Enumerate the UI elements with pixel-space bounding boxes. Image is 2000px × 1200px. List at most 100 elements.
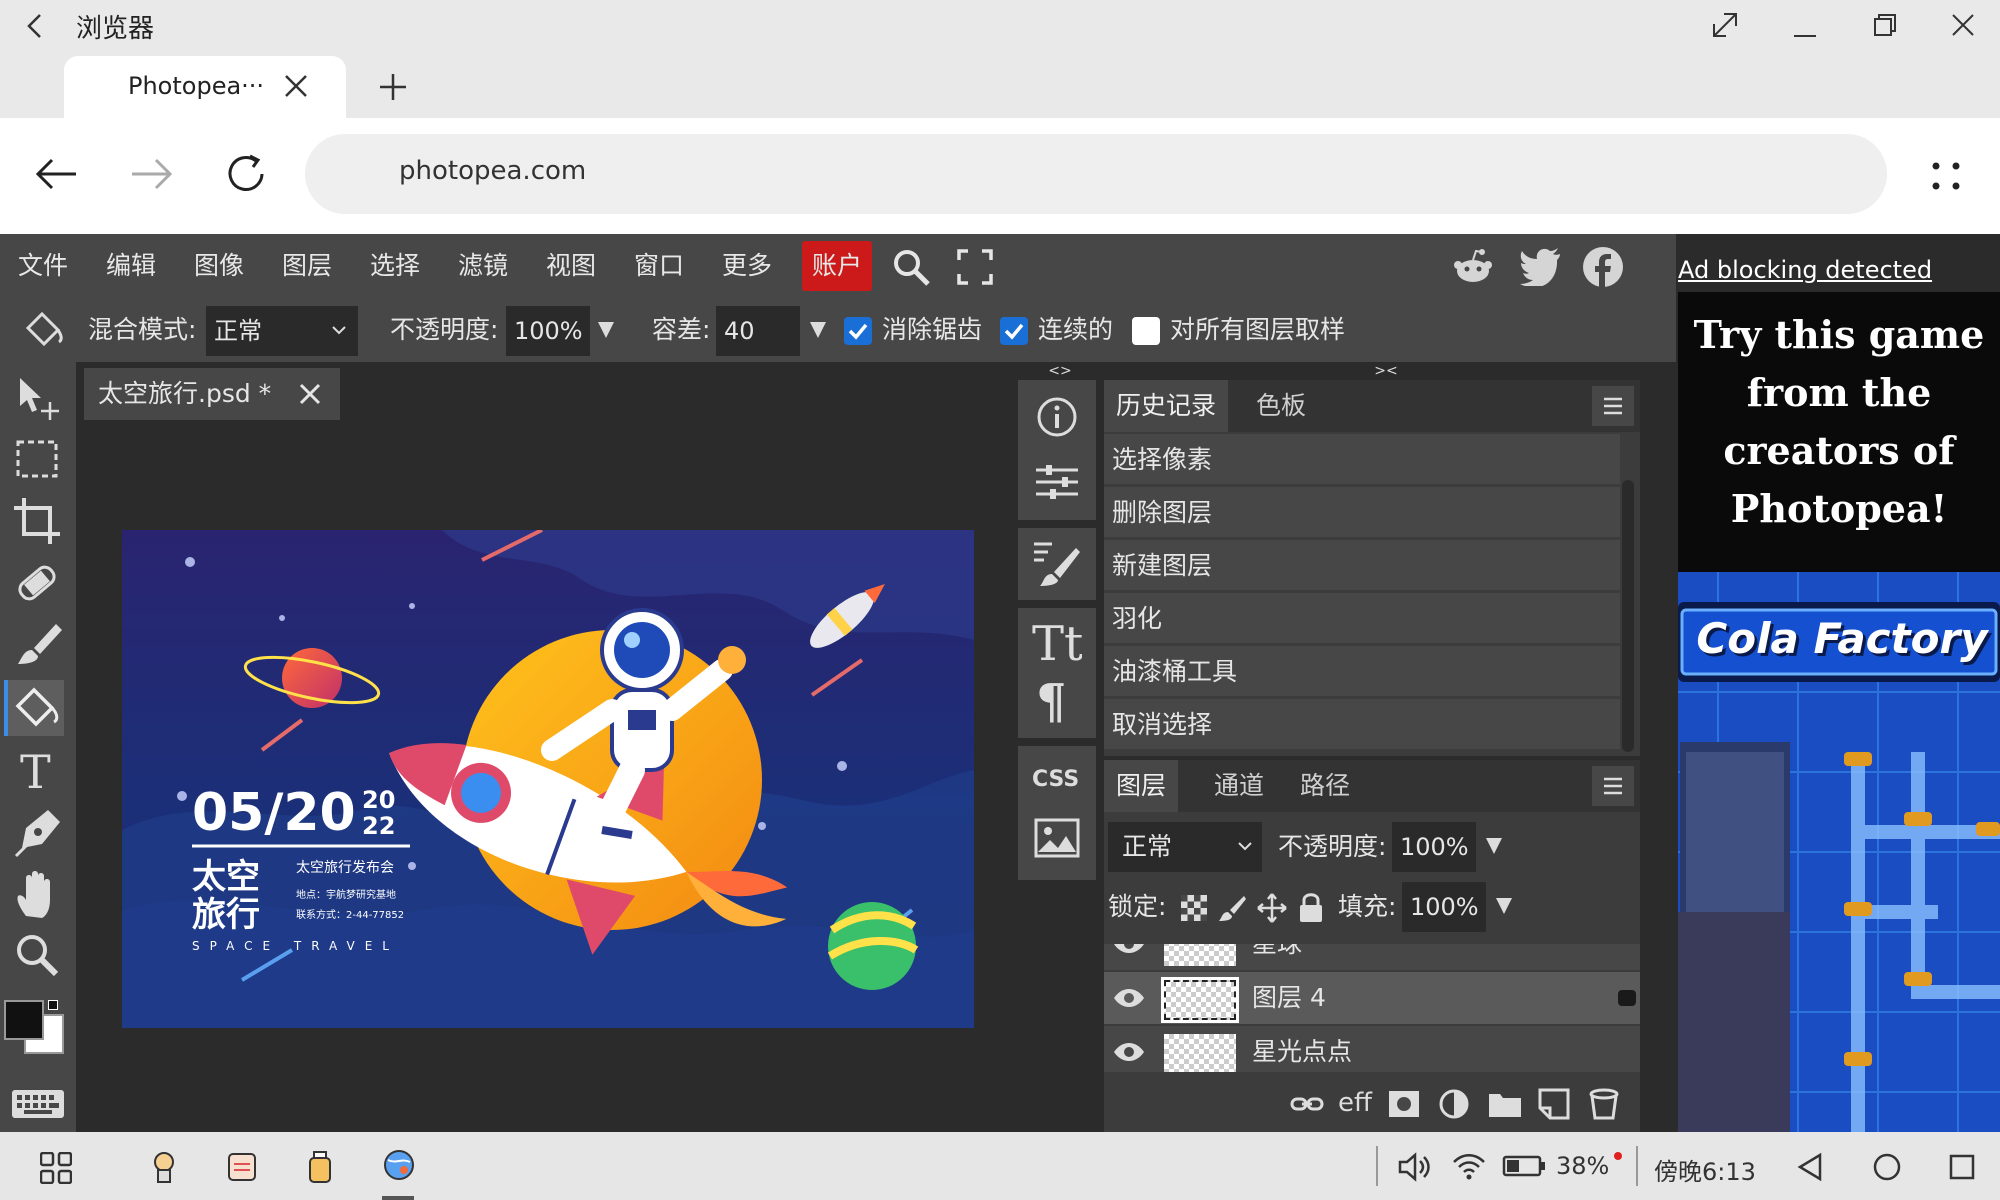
browser-menu-icon[interactable] [1928,158,1964,194]
tolerance-field[interactable]: 40 [716,306,800,356]
character-icon[interactable]: Tt [1032,614,1082,670]
pen-tool[interactable] [8,804,68,860]
reload-icon[interactable] [222,150,270,198]
info-icon[interactable] [1036,396,1078,438]
keyboard-icon[interactable] [10,1084,66,1124]
menu-select[interactable]: 选择 [370,234,420,298]
contiguous-checkbox[interactable] [1000,317,1028,345]
history-item[interactable]: 取消选择 [1104,699,1620,751]
brush-settings-icon[interactable] [1032,538,1082,588]
layer-row-selected[interactable]: 图层 4 [1104,972,1640,1024]
default-colors-icon[interactable] [48,1000,58,1010]
tab-channels[interactable]: 通道 [1202,760,1276,812]
volume-icon[interactable] [1398,1152,1432,1182]
menu-image[interactable]: 图像 [194,234,244,298]
new-group-icon[interactable] [1488,1090,1522,1118]
opacity-field[interactable]: 100% [506,306,590,356]
expand-icon[interactable] [1710,10,1740,40]
lock-position-icon[interactable] [1256,892,1288,924]
close-document-icon[interactable] [298,382,322,406]
history-menu-icon[interactable] [1592,386,1634,426]
history-scrollbar[interactable] [1622,480,1634,752]
delete-layer-icon[interactable] [1588,1088,1620,1120]
history-item[interactable]: 选择像素 [1104,434,1620,486]
new-tab-icon[interactable] [376,70,410,104]
nav-back-triangle-icon[interactable] [1796,1152,1824,1182]
image-icon[interactable] [1034,818,1080,858]
nav-back-icon[interactable] [32,154,80,194]
close-window-icon[interactable] [1948,10,1978,40]
paragraph-icon[interactable]: ¶ [1034,674,1080,726]
history-item[interactable]: 羽化 [1104,593,1620,645]
all-layers-checkbox[interactable] [1132,317,1160,345]
healing-tool[interactable] [8,556,68,612]
facebook-icon[interactable] [1582,246,1624,288]
menu-account[interactable]: 账户 [802,241,873,291]
document-canvas[interactable]: 05/20 20 22 太空 旅行 太空旅行发布会 地点：宇航梦研究基地 联系方… [122,530,974,1028]
history-item[interactable]: 新建图层 [1104,540,1620,592]
layer-opacity-field[interactable]: 100% [1392,822,1476,872]
wifi-icon[interactable] [1452,1152,1486,1180]
tab-swatches[interactable]: 色板 [1244,380,1318,432]
nav-forward-icon[interactable] [128,154,176,194]
blend-mode-select[interactable]: 正常 [206,306,358,356]
ad-block-notice[interactable]: Ad blocking detected [1678,256,1932,284]
menu-window[interactable]: 窗口 [634,234,684,298]
adjustment-layer-icon[interactable] [1438,1088,1470,1120]
layer-blend-select[interactable]: 正常 [1108,822,1262,872]
move-tool[interactable] [8,370,68,426]
tolerance-dropdown-icon[interactable] [808,320,828,340]
menu-edit[interactable]: 编辑 [106,234,156,298]
antialias-checkbox[interactable] [844,317,872,345]
layer-row[interactable]: 星光点点 [1104,1026,1640,1072]
hand-tool[interactable] [8,866,68,922]
url-field[interactable]: photopea.com [305,134,1887,214]
opacity-dropdown-icon[interactable] [596,320,616,340]
search-icon[interactable] [890,246,932,288]
close-tab-icon[interactable] [282,72,310,100]
adjustments-icon[interactable] [1034,462,1080,502]
lock-all-icon[interactable] [1296,890,1326,924]
tab-layers[interactable]: 图层 [1104,760,1179,812]
layer-scroll-thumb[interactable] [1618,990,1636,1006]
restore-icon[interactable] [1870,10,1900,40]
menu-more[interactable]: 更多 [722,234,772,298]
menu-file[interactable]: 文件 [18,234,68,298]
eye-icon[interactable] [1112,986,1146,1010]
minimize-icon[interactable] [1790,10,1820,40]
marquee-tool[interactable] [8,432,68,488]
browser-tab-photopea[interactable]: Photopea··· [64,56,346,118]
twitter-icon[interactable] [1520,248,1562,286]
effects-icon[interactable]: eff [1338,1088,1372,1118]
menu-filter[interactable]: 滤镜 [458,234,508,298]
add-mask-icon[interactable] [1388,1090,1420,1118]
paint-bucket-tool[interactable] [4,680,64,736]
zoom-tool[interactable] [8,928,68,984]
document-tab[interactable]: 太空旅行.psd * [84,368,340,420]
fullscreen-icon[interactable] [956,248,994,286]
eye-icon[interactable] [1112,1040,1146,1064]
fill-field[interactable]: 100% [1402,882,1486,932]
tab-history[interactable]: 历史记录 [1104,380,1229,432]
type-tool[interactable]: T [8,742,68,798]
menu-layer[interactable]: 图层 [282,234,332,298]
collapse-left-toggle[interactable]: <> [1016,362,1104,380]
taskbar-app-1-icon[interactable] [148,1150,180,1184]
menu-view[interactable]: 视图 [546,234,596,298]
collapse-right-toggle[interactable]: >< [1356,362,1416,380]
history-item[interactable]: 油漆桶工具 [1104,646,1620,698]
taskbar-app-3-icon[interactable] [304,1150,336,1184]
back-chevron-icon[interactable] [20,10,52,42]
history-item[interactable]: 删除图层 [1104,487,1620,539]
layer-row[interactable]: 星球 [1104,944,1640,970]
eye-icon[interactable] [1112,944,1146,956]
nav-recents-icon[interactable] [1948,1152,1976,1182]
color-swatches[interactable] [4,1000,74,1080]
lock-transparency-icon[interactable] [1180,894,1208,922]
foreground-color-swatch[interactable] [4,1000,44,1040]
fill-dropdown-icon[interactable] [1494,896,1514,916]
lock-pixels-icon[interactable] [1218,894,1246,922]
layers-menu-icon[interactable] [1592,766,1634,806]
app-grid-icon[interactable] [40,1152,72,1184]
css-icon[interactable]: CSS [1032,762,1082,792]
